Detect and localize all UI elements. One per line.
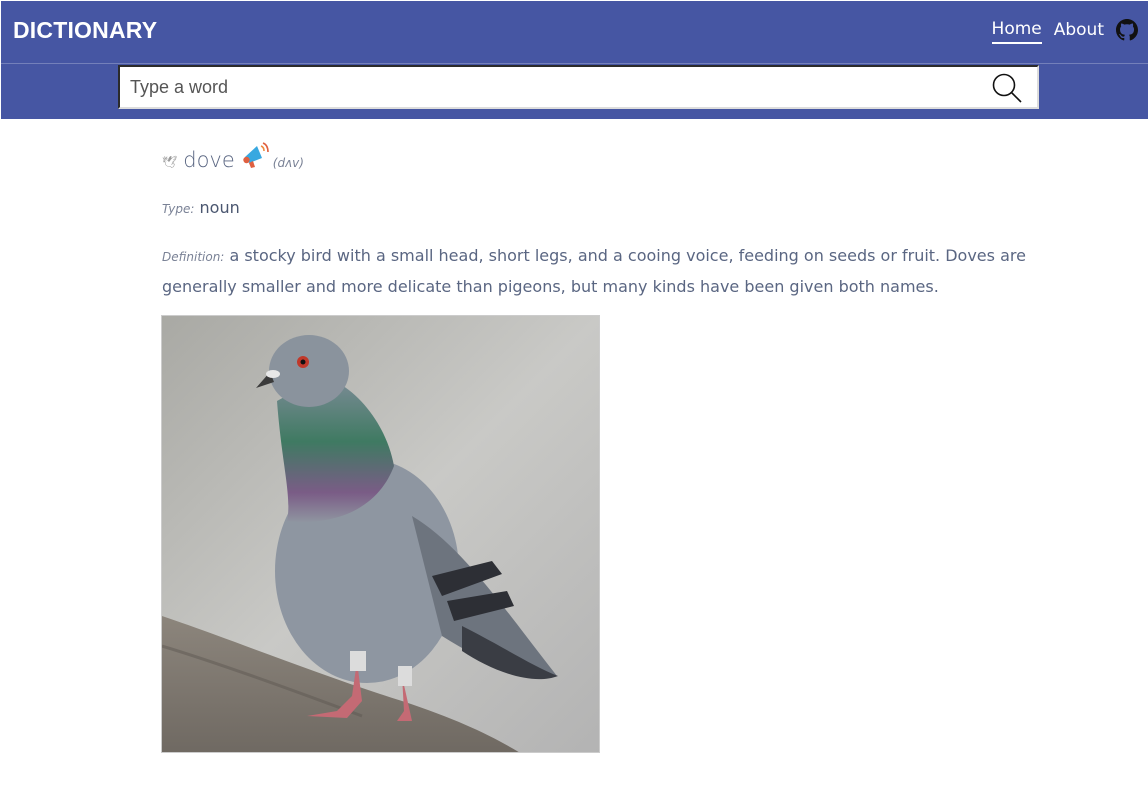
definition-label: Definition: <box>162 250 225 264</box>
header-divider <box>1 63 1148 64</box>
app-header: DICTIONARY Home About <box>1 1 1148 119</box>
definition-row: Definition: a stocky bird with a small h… <box>162 241 1034 301</box>
entry-phonetic: (dʌv) <box>272 156 304 170</box>
nav-about-link[interactable]: About <box>1054 20 1104 43</box>
search-input[interactable] <box>130 71 980 103</box>
type-value: noun <box>199 198 240 217</box>
search-icon[interactable] <box>991 72 1023 104</box>
pigeon-illustration <box>162 316 599 752</box>
word-image <box>161 315 600 753</box>
megaphone-icon[interactable] <box>241 140 271 170</box>
definition-text: a stocky bird with a small head, short l… <box>162 246 1026 296</box>
dove-icon: 🕊 <box>162 155 178 169</box>
entry-content: 🕊 dove (dʌv) Type: noun Definition: a st… <box>162 132 1042 301</box>
top-nav: Home About <box>991 18 1138 44</box>
search-bar <box>118 65 1039 109</box>
word-heading: 🕊 dove (dʌv) <box>162 132 1042 172</box>
type-label: Type: <box>162 202 195 216</box>
type-row: Type: noun <box>162 198 1042 217</box>
github-icon[interactable] <box>1116 18 1138 41</box>
nav-home-link[interactable]: Home <box>991 19 1042 44</box>
entry-word: dove <box>183 148 235 172</box>
brand-title[interactable]: DICTIONARY <box>13 17 157 44</box>
